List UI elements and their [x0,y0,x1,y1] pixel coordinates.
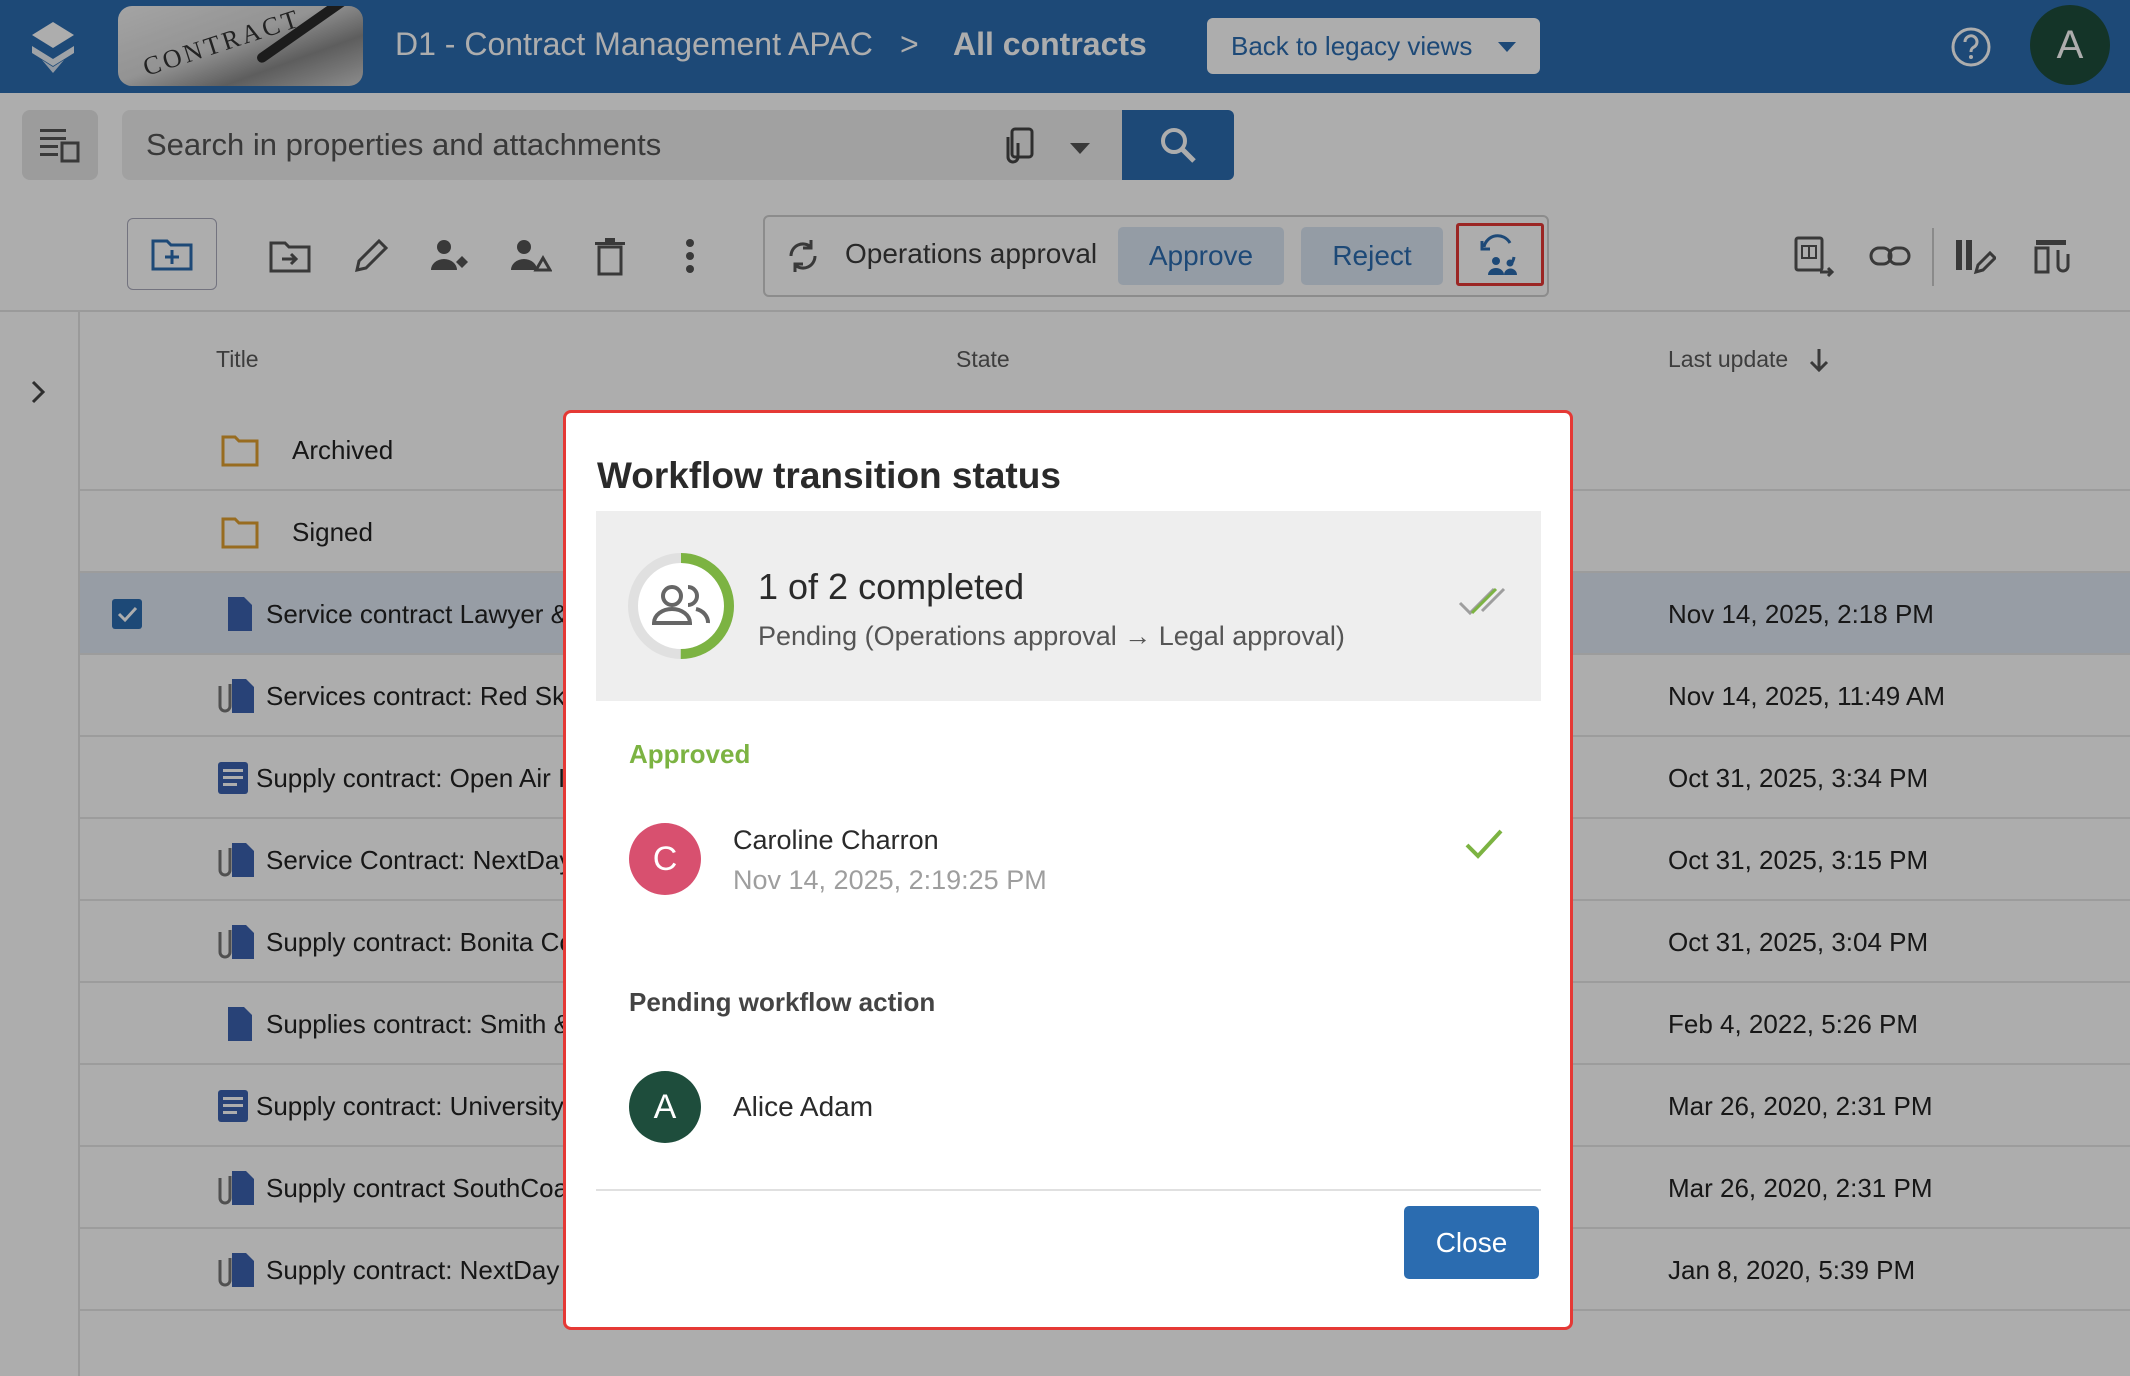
progress-ring [628,553,734,659]
double-check-icon [1458,587,1506,616]
approval-timestamp: Nov 14, 2025, 2:19:25 PM [733,865,1047,895]
completion-summary: 1 of 2 completed Pending (Operations app… [596,511,1541,701]
approved-check-icon [1465,829,1503,859]
close-button[interactable]: Close [1404,1206,1539,1279]
completion-count: 1 of 2 completed [758,566,1025,607]
pending-user-name: Alice Adam [733,1091,874,1122]
approver-avatar: C [629,823,701,895]
pending-user-avatar: A [629,1071,701,1143]
dialog-divider [596,1189,1541,1191]
workflow-status-dialog: Workflow transition status 1 of 2 comple… [563,410,1573,1330]
pending-heading: Pending workflow action [629,987,936,1017]
approver-name: Caroline Charron [733,825,939,855]
transition-status: Pending (Operations approval → Legal app… [758,621,1345,651]
dialog-title: Workflow transition status [597,455,1061,496]
approved-heading: Approved [629,739,751,769]
